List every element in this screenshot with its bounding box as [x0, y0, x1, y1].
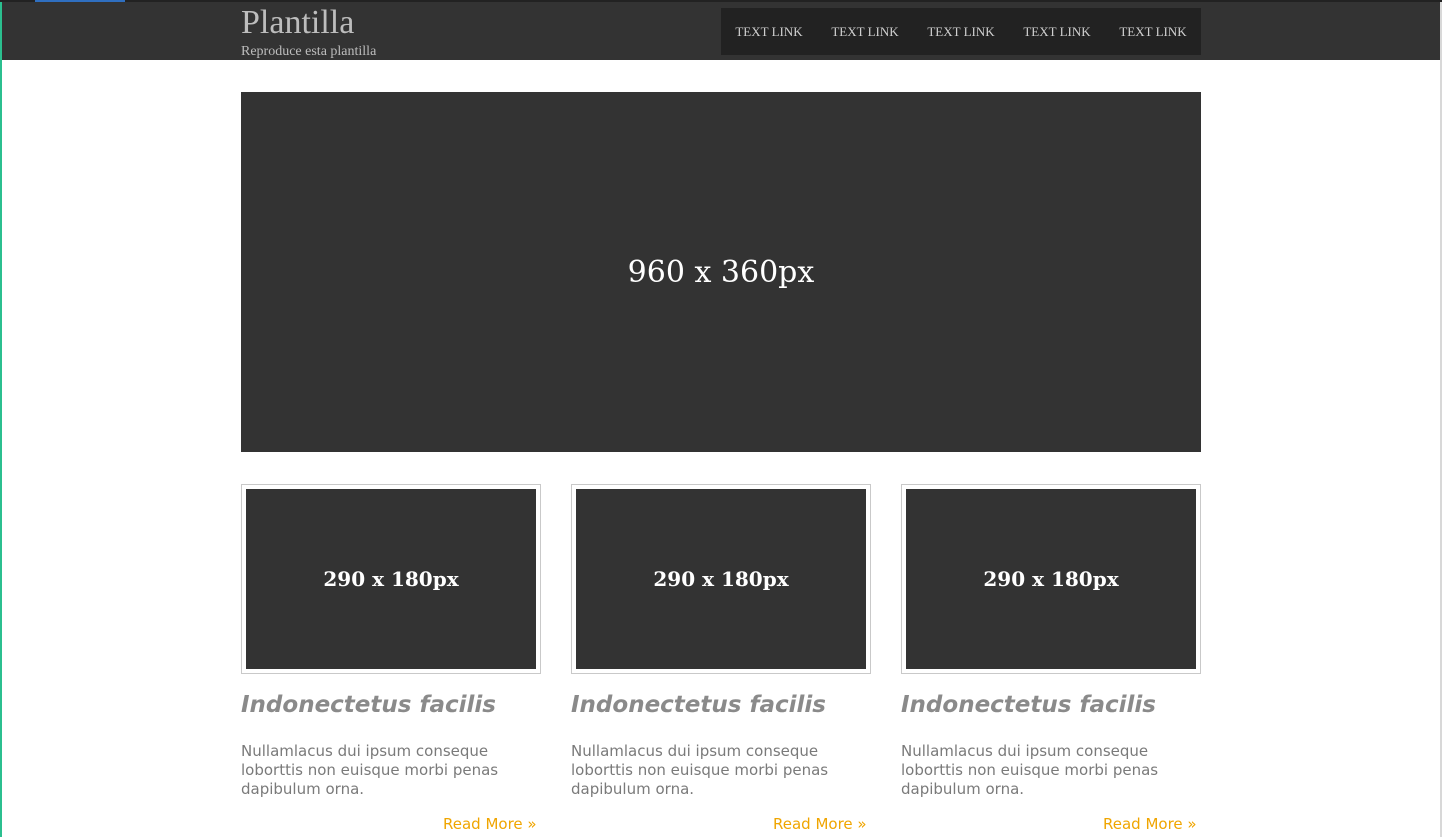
- thumb-size-label: 290 x 180px: [653, 567, 789, 591]
- thumb-frame: 290 x 180px: [571, 484, 871, 674]
- nav-link-4[interactable]: TEXT LINK: [1009, 24, 1105, 40]
- thumb-frame: 290 x 180px: [901, 484, 1201, 674]
- feature-card-1: 290 x 180px Indonectetus facilis Nullaml…: [241, 484, 541, 833]
- card-text: Nullamlacus dui ipsum conseque loborttis…: [901, 742, 1159, 798]
- active-tab-indicator: [35, 0, 125, 2]
- hero-size-label: 960 x 360px: [627, 254, 815, 290]
- thumb-placeholder: 290 x 180px: [576, 489, 866, 669]
- hero-image-placeholder: 960 x 360px: [241, 92, 1201, 452]
- card-title: Indonectetus facilis: [241, 692, 496, 718]
- thumb-size-label: 290 x 180px: [983, 567, 1119, 591]
- card-title: Indonectetus facilis: [901, 692, 1156, 718]
- thumb-frame: 290 x 180px: [241, 484, 541, 674]
- nav-link-3[interactable]: TEXT LINK: [913, 24, 1009, 40]
- card-text: Nullamlacus dui ipsum conseque loborttis…: [241, 742, 499, 798]
- site-logo[interactable]: Plantilla: [241, 3, 354, 43]
- nav-link-5[interactable]: TEXT LINK: [1105, 24, 1201, 40]
- main-nav: TEXT LINK TEXT LINK TEXT LINK TEXT LINK …: [721, 8, 1201, 55]
- thumb-size-label: 290 x 180px: [323, 567, 459, 591]
- window-top-border: [0, 0, 1442, 2]
- thumb-placeholder: 290 x 180px: [246, 489, 536, 669]
- nav-link-1[interactable]: TEXT LINK: [721, 24, 817, 40]
- read-more-link[interactable]: Read More »: [443, 815, 537, 833]
- read-more-link[interactable]: Read More »: [1103, 815, 1197, 833]
- site-tagline: Reproduce esta plantilla: [241, 44, 377, 59]
- site-header: Plantilla Reproduce esta plantilla TEXT …: [2, 0, 1440, 60]
- window-left-border: [0, 0, 2, 837]
- feature-card-3: 290 x 180px Indonectetus facilis Nullaml…: [901, 484, 1201, 833]
- nav-link-2[interactable]: TEXT LINK: [817, 24, 913, 40]
- card-title: Indonectetus facilis: [571, 692, 826, 718]
- thumb-placeholder: 290 x 180px: [906, 489, 1196, 669]
- card-text: Nullamlacus dui ipsum conseque loborttis…: [571, 742, 829, 798]
- feature-card-2: 290 x 180px Indonectetus facilis Nullaml…: [571, 484, 871, 833]
- read-more-link[interactable]: Read More »: [773, 815, 867, 833]
